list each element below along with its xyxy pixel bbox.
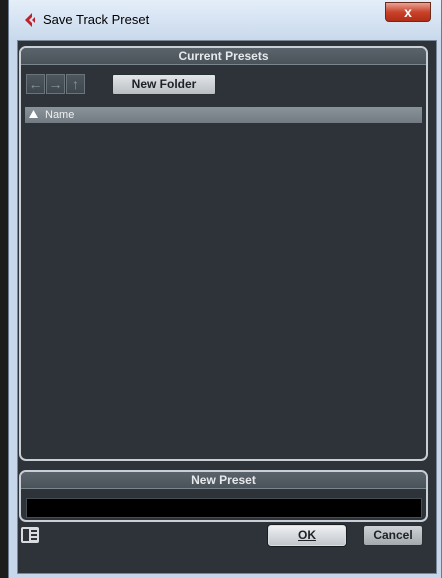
preset-name-input[interactable]: [26, 498, 422, 518]
cubase-logo-icon: [25, 13, 35, 27]
name-column-label: Name: [45, 109, 75, 121]
save-track-preset-dialog: Save Track Preset x Current Presets ← → …: [8, 0, 442, 578]
close-icon: x: [404, 4, 412, 20]
new-preset-header: New Preset: [21, 472, 426, 489]
current-presets-panel: Current Presets ← → ↑ New Folder Name: [19, 46, 428, 461]
up-folder-button[interactable]: ↑: [66, 74, 85, 94]
dialog-body: Current Presets ← → ↑ New Folder Name Ne…: [17, 40, 437, 574]
arrow-left-icon: ←: [28, 76, 43, 92]
close-button[interactable]: x: [385, 2, 431, 22]
arrow-right-icon: →: [48, 76, 63, 92]
sort-ascending-icon: [29, 110, 38, 118]
ok-button[interactable]: OK: [268, 525, 346, 546]
presets-list[interactable]: [25, 123, 422, 455]
new-preset-panel: New Preset: [19, 470, 428, 522]
new-folder-button[interactable]: New Folder: [112, 74, 216, 95]
name-column-header[interactable]: Name: [25, 107, 422, 123]
arrow-up-icon: ↑: [72, 76, 79, 92]
title-bar[interactable]: Save Track Preset x: [9, 0, 441, 40]
current-presets-header: Current Presets: [21, 48, 426, 65]
presets-toolbar: ← → ↑ New Folder: [26, 74, 421, 98]
cancel-button[interactable]: Cancel: [363, 525, 423, 546]
window-title: Save Track Preset: [43, 12, 150, 27]
forward-button[interactable]: →: [46, 74, 65, 94]
ok-label: OK: [298, 528, 316, 542]
attributes-view-toggle-icon[interactable]: [21, 527, 39, 543]
back-button[interactable]: ←: [26, 74, 45, 94]
cancel-label: Cancel: [373, 528, 413, 542]
